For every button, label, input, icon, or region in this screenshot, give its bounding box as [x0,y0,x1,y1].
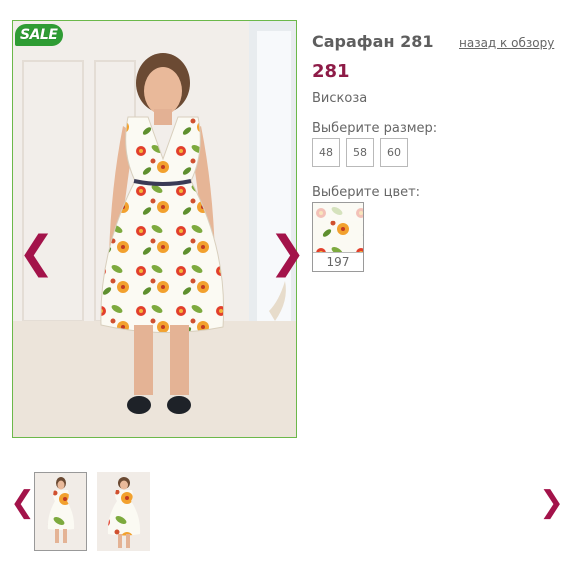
chevron-left-icon[interactable]: ❮ [18,231,55,275]
color-swatch[interactable]: 197 [312,202,364,272]
size-option-60[interactable]: 60 [380,138,408,167]
back-to-overview-link[interactable]: назад к обзору [459,36,554,50]
product-price: 281 [312,61,350,82]
product-material: Вискоза [312,91,368,106]
size-option-48[interactable]: 48 [312,138,340,167]
size-options: 48 58 60 [312,138,408,167]
color-code: 197 [326,255,350,269]
color-swatch-image [313,203,363,253]
sale-badge: SALE [15,24,64,46]
chevron-right-icon[interactable]: ❯ [269,231,306,275]
size-label: Выберите размер: [312,121,438,136]
color-label: Выберите цвет: [312,185,421,200]
product-title: Сарафан 281 [312,32,434,51]
size-option-58[interactable]: 58 [346,138,374,167]
thumbnail-2[interactable] [97,472,150,551]
thumbnail-1[interactable] [34,472,87,551]
product-photo [13,21,296,437]
product-page: SALE ❮ ❯ Сарафан 281 назад к обзору 281 … [0,0,569,566]
thumb-chevron-right-icon[interactable]: ❯ [539,488,564,518]
thumb-chevron-left-icon[interactable]: ❮ [10,488,35,518]
